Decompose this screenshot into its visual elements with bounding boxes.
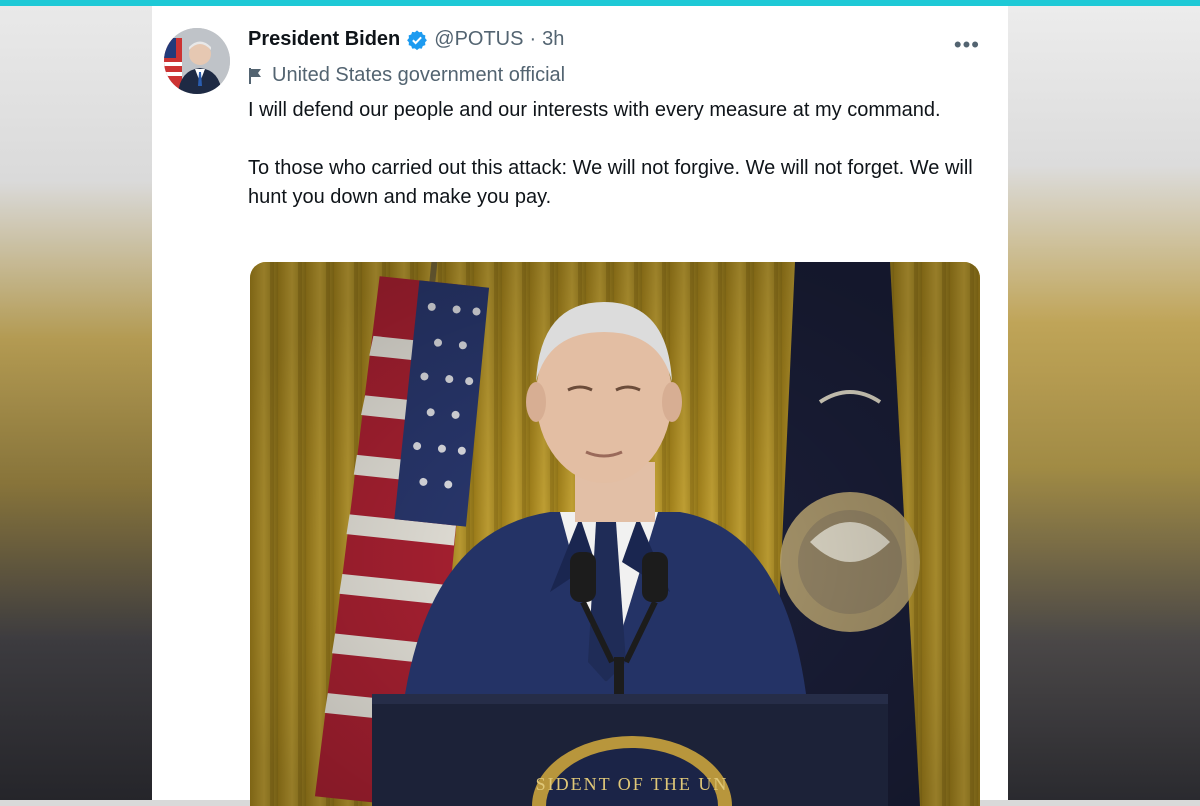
avatar-image: [164, 28, 230, 94]
blurred-background-right: [1008, 6, 1200, 800]
tweet-paragraph-1: I will defend our people and our interes…: [248, 99, 941, 121]
separator-dot: ·: [529, 28, 537, 50]
account-label-text: United States government official: [272, 64, 566, 86]
tweet-card: President Biden @POTUS · 3h ••• United S…: [152, 6, 1008, 806]
avatar[interactable]: [164, 28, 230, 94]
blurred-background-left: [0, 6, 152, 800]
tweet-media[interactable]: SIDENT OF THE UN: [250, 262, 980, 806]
timestamp[interactable]: 3h: [542, 28, 564, 51]
tweet-header: President Biden @POTUS · 3h: [248, 28, 564, 51]
more-options-icon[interactable]: •••: [954, 32, 980, 58]
media-photo: SIDENT OF THE UN: [250, 262, 980, 806]
seal-text: SIDENT OF THE UN: [536, 774, 729, 794]
verified-badge-icon: [407, 29, 428, 50]
tweet-paragraph-2: To those who carried out this attack: We…: [248, 157, 973, 208]
flag-icon: [249, 67, 261, 84]
podium: SIDENT OF THE UN: [372, 694, 888, 806]
handle[interactable]: @POTUS: [434, 28, 523, 51]
account-label[interactable]: United States government official: [248, 64, 565, 87]
display-name[interactable]: President Biden: [248, 28, 400, 51]
tweet-text: I will defend our people and our interes…: [248, 96, 988, 241]
